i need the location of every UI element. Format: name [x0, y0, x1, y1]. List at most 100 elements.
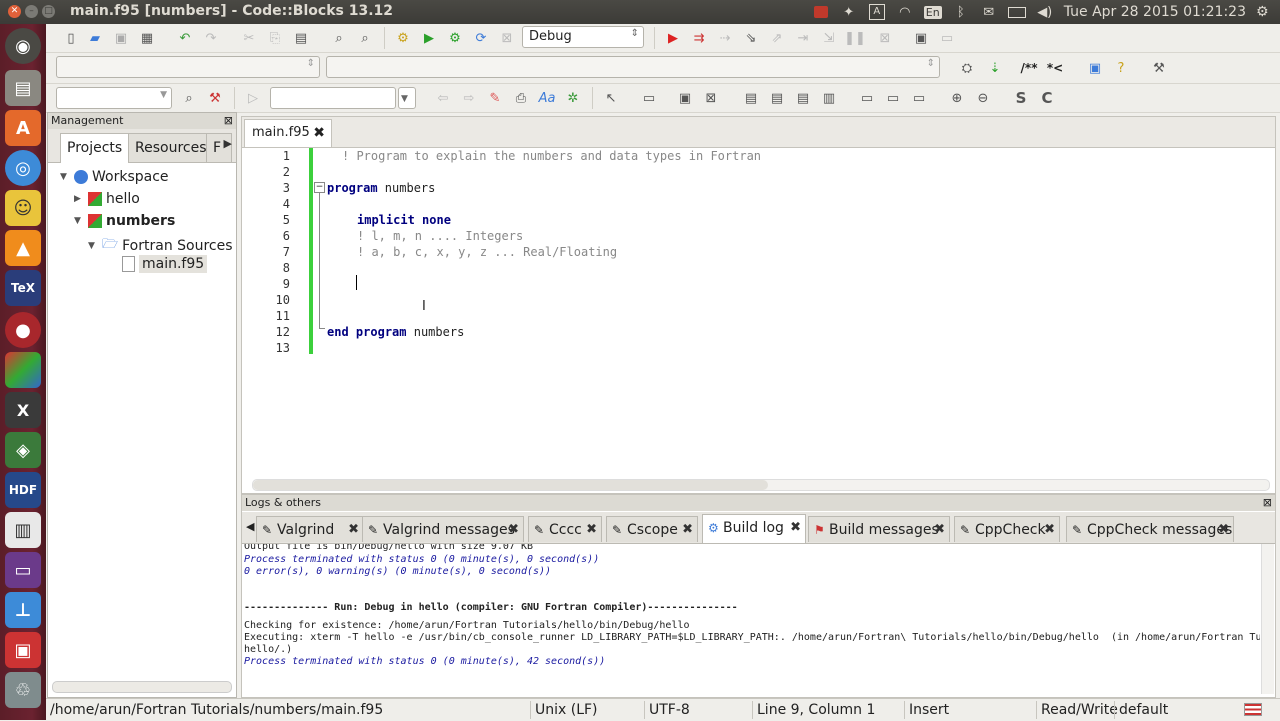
tab-cccc[interactable]: ✎ Cccc ✖	[528, 516, 602, 542]
fold-minus-icon[interactable]: −	[314, 182, 325, 193]
tab-build-messages[interactable]: ⚑ Build messages ✖	[808, 516, 950, 542]
software-center-icon[interactable]: A	[5, 110, 41, 146]
close-tab-icon[interactable]: ✖	[348, 517, 359, 543]
tab-scroll-right-icon[interactable]: ▶	[224, 137, 232, 150]
close-icon[interactable]: ⊠	[1263, 495, 1272, 511]
step-out-icon[interactable]: ⇗	[768, 29, 786, 47]
close-tab-icon[interactable]: ✖	[1044, 517, 1055, 543]
tab-projects[interactable]: Projects	[60, 133, 130, 163]
shape-rect-icon[interactable]: ▭	[640, 89, 658, 107]
shape-cross-icon[interactable]: ⊠	[702, 89, 720, 107]
code-line-3[interactable]: program numbers	[327, 181, 435, 195]
tab-valgrind-messages[interactable]: ✎ Valgrind messages ✖	[362, 516, 524, 542]
app-icon[interactable]: ▣	[5, 632, 41, 668]
paste-icon[interactable]: ▤	[292, 29, 310, 47]
close-window-button[interactable]: ✕	[8, 5, 21, 18]
keyboard-layout-indicator[interactable]: En	[923, 4, 942, 20]
block-3-icon[interactable]: ▤	[794, 89, 812, 107]
scope-select[interactable]: ⇕	[56, 56, 320, 78]
hdf-icon[interactable]: HDF	[5, 472, 41, 508]
code-line-7[interactable]: ! a, b, c, x, y, z ... Real/Floating	[357, 245, 617, 259]
tab-resources[interactable]: Resources	[128, 133, 214, 162]
wrench-icon[interactable]: ⚒	[1150, 59, 1168, 77]
close-tab-icon[interactable]: ✖	[313, 120, 325, 146]
abort-icon[interactable]: ⊠	[498, 29, 516, 47]
copy-icon[interactable]: ⎘	[266, 29, 284, 47]
close-tab-icon[interactable]: ✖	[586, 517, 597, 543]
search-options-icon[interactable]: ⚒	[206, 89, 224, 107]
run-icon[interactable]: ▶	[420, 29, 438, 47]
maximize-window-button[interactable]: □	[42, 5, 55, 18]
next-line-icon[interactable]: ⇢	[716, 29, 734, 47]
next-instruction-icon[interactable]: ⇥	[794, 29, 812, 47]
tab-cppcheck-messages[interactable]: ✎ CppCheck messages ✖	[1066, 516, 1234, 542]
block-2-icon[interactable]: ▤	[768, 89, 786, 107]
highlight-icon[interactable]: ✎	[486, 89, 504, 107]
code-line-12[interactable]: end program numbers	[327, 325, 464, 339]
tree-project-numbers[interactable]: ▼ numbers	[74, 213, 175, 229]
horizontal-scrollbar[interactable]	[52, 681, 232, 693]
new-file-icon[interactable]: ▯	[62, 29, 80, 47]
wifi-icon[interactable]: ◠	[896, 4, 914, 20]
c-icon[interactable]: C	[1038, 89, 1056, 107]
run-to-cursor-icon[interactable]: ⇉	[690, 29, 708, 47]
expand-down-icon[interactable]: ▼	[74, 216, 84, 226]
expand-down-icon[interactable]: ▼	[88, 241, 98, 251]
line-comment-icon[interactable]: *<	[1046, 59, 1064, 77]
function-select[interactable]: ⇕	[326, 56, 940, 78]
clock[interactable]: Tue Apr 28 2015 01:21:23	[1064, 4, 1246, 20]
pointer-icon[interactable]: ↖	[602, 89, 620, 107]
forward-icon[interactable]: ⇨	[460, 89, 478, 107]
save-all-icon[interactable]: ▦	[138, 29, 156, 47]
sparkle-icon[interactable]: ✲	[564, 89, 582, 107]
gimp-icon[interactable]: ☺	[5, 190, 41, 226]
build-target-select[interactable]: Debug ⇕	[522, 26, 644, 48]
block-6-icon[interactable]: ▭	[884, 89, 902, 107]
redo-icon[interactable]: ↷	[202, 29, 220, 47]
doxy-help-icon[interactable]: ?	[1112, 59, 1130, 77]
close-tab-icon[interactable]: ✖	[508, 517, 519, 543]
zoom-out-icon[interactable]: ⊖	[974, 89, 992, 107]
block-1-icon[interactable]: ▤	[742, 89, 760, 107]
xfig-icon[interactable]: X	[5, 392, 41, 428]
network-icon[interactable]: ⊥	[5, 592, 41, 628]
dropbox-icon[interactable]: ✦	[840, 4, 858, 20]
tab-main-f95[interactable]: main.f95 ✖	[244, 119, 332, 147]
volume-icon[interactable]: ◀)	[1036, 4, 1054, 20]
debug-windows-icon[interactable]: ▣	[912, 29, 930, 47]
vertical-scrollbar[interactable]	[1261, 544, 1274, 694]
tree-file-main[interactable]: main.f95	[122, 255, 208, 273]
replace-icon[interactable]: ⌕	[356, 29, 374, 47]
label-icon[interactable]: ▷	[244, 89, 262, 107]
tree-project-hello[interactable]: ▶ hello	[74, 191, 140, 207]
print-icon[interactable]: ⎙	[512, 89, 530, 107]
build-icon[interactable]: ⚙	[394, 29, 412, 47]
tab-valgrind[interactable]: ✎ Valgrind ✖	[256, 516, 364, 542]
office-icon[interactable]: ▥	[5, 512, 41, 548]
vlc-icon[interactable]: ▲	[5, 230, 41, 266]
save-icon[interactable]: ▣	[112, 29, 130, 47]
close-icon[interactable]: ⊠	[224, 113, 233, 129]
toolbar-tool-icon[interactable]: ⛭	[958, 59, 976, 77]
debug-info-icon[interactable]: ▭	[938, 29, 956, 47]
code-line-6[interactable]: ! l, m, n .... Integers	[357, 229, 523, 243]
undo-icon[interactable]: ↶	[176, 29, 194, 47]
stop-debug-icon[interactable]: ⊠	[876, 29, 894, 47]
expand-right-icon[interactable]: ▶	[74, 194, 84, 204]
s-icon[interactable]: S	[1012, 89, 1030, 107]
dash-icon[interactable]: ◉	[5, 28, 41, 64]
find-icon[interactable]: ⌕	[330, 29, 348, 47]
font-icon[interactable]: Aa	[538, 89, 556, 107]
tab-cppcheck[interactable]: ✎ CppCheck ✖	[954, 516, 1060, 542]
codeblocks-icon[interactable]	[5, 352, 41, 388]
text-combo[interactable]	[270, 87, 396, 109]
code-line-5[interactable]: implicit none	[357, 213, 451, 227]
text-icon[interactable]: A	[868, 4, 886, 20]
jump-icon[interactable]: ⇣	[986, 59, 1004, 77]
close-tab-icon[interactable]: ✖	[934, 517, 945, 543]
power-icon[interactable]: ⚙	[1256, 4, 1272, 20]
step-into-icon[interactable]: ⇘	[742, 29, 760, 47]
battery-icon[interactable]	[1007, 4, 1026, 20]
tab-cscope[interactable]: ✎ Cscope ✖	[606, 516, 698, 542]
tree-folder-fortran-sources[interactable]: ▼ 🗁 Fortran Sources	[88, 235, 233, 257]
